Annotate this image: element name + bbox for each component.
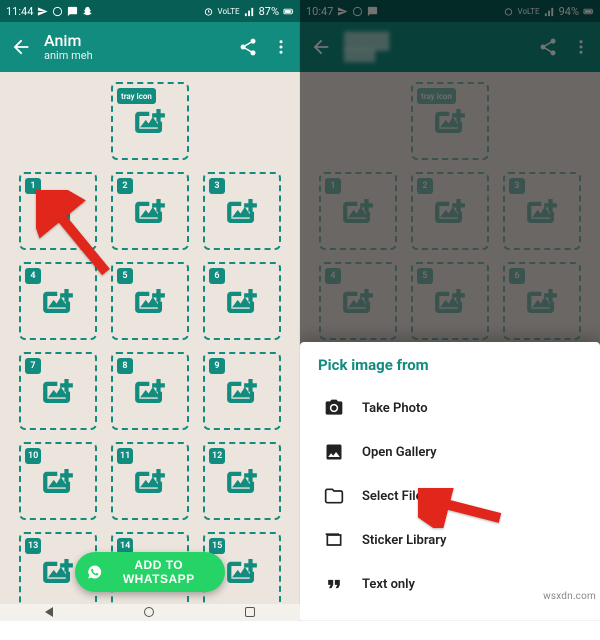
option-label: Text only [362, 577, 415, 592]
slot-number: 9 [209, 358, 225, 374]
sticker-slot[interactable]: 4 [19, 262, 97, 340]
watermark: wsxdn.com [543, 591, 596, 602]
sticker-slot[interactable]: 8 [111, 352, 189, 430]
slot-number: 7 [25, 358, 41, 374]
add-image-icon [41, 464, 75, 498]
slot-number: 6 [209, 268, 225, 284]
option-select-file[interactable]: Select File [318, 474, 582, 518]
sticker-slot[interactable]: 7 [19, 352, 97, 430]
pick-image-sheet: Pick image from Take Photo Open Gallery … [300, 342, 600, 620]
android-nav [0, 604, 300, 620]
status-bar: 11:44 VoLTE 87% [0, 0, 300, 22]
nav-recent-icon[interactable] [245, 607, 255, 617]
snapchat-icon [82, 6, 93, 17]
add-image-icon [225, 284, 259, 318]
add-image-icon [41, 374, 75, 408]
sticker-slot[interactable]: 12 [203, 442, 281, 520]
option-label: Take Photo [362, 401, 428, 416]
slot-number: 5 [117, 268, 133, 284]
add-image-icon [133, 464, 167, 498]
gallery-icon [324, 442, 344, 462]
slot-number: 10 [25, 448, 41, 464]
share-icon[interactable] [238, 37, 258, 57]
sticker-slot[interactable]: 1 [19, 172, 97, 250]
back-icon[interactable] [10, 36, 32, 58]
battery-icon [283, 6, 294, 17]
page-subtitle: anim meh [44, 50, 238, 62]
sticker-slot[interactable]: 3 [203, 172, 281, 250]
add-image-icon [41, 194, 75, 228]
option-label: Sticker Library [362, 533, 447, 548]
add-image-icon [225, 194, 259, 228]
slot-number: 2 [117, 178, 133, 194]
library-icon [324, 530, 344, 550]
option-label: Select File [362, 489, 423, 504]
slot-number: 12 [209, 448, 225, 464]
sheet-title: Pick image from [318, 356, 582, 374]
sticker-slot[interactable]: 10 [19, 442, 97, 520]
slot-number: 8 [117, 358, 133, 374]
signal-icon [244, 6, 255, 17]
status-battery: 87% [259, 5, 279, 18]
telegram-icon [37, 6, 48, 17]
add-image-icon [133, 374, 167, 408]
sticker-slot[interactable]: 2 [111, 172, 189, 250]
whatsapp-status-icon [52, 6, 63, 17]
sticker-slot[interactable]: 6 [203, 262, 281, 340]
add-to-whatsapp-button[interactable]: ADD TO WHATSAPP [75, 552, 225, 592]
phone-right: 10:47 VoLTE 94% ████ ████ [300, 0, 600, 620]
add-image-icon [41, 554, 75, 588]
slot-number: 11 [117, 448, 133, 464]
slot-number: 4 [25, 268, 41, 284]
page-title: Anim [44, 32, 238, 50]
sticker-slot[interactable]: 5 [111, 262, 189, 340]
message-icon [67, 6, 78, 17]
nav-home-icon[interactable] [144, 607, 154, 617]
phone-left: 11:44 VoLTE 87% Anim anim meh [0, 0, 300, 620]
status-time: 11:44 [6, 5, 33, 18]
tray-slot[interactable]: tray icon [111, 82, 189, 160]
slot-number: 13 [25, 538, 41, 554]
add-image-icon [133, 104, 167, 138]
option-label: Open Gallery [362, 445, 437, 460]
option-open-gallery[interactable]: Open Gallery [318, 430, 582, 474]
status-net: VoLTE [218, 7, 240, 16]
camera-icon [324, 398, 344, 418]
add-image-icon [133, 194, 167, 228]
whatsapp-icon [87, 562, 103, 582]
slot-number: 3 [209, 178, 225, 194]
app-bar: Anim anim meh [0, 22, 300, 72]
sticker-slot[interactable]: 9 [203, 352, 281, 430]
slot-number: 1 [25, 178, 41, 194]
option-sticker-library[interactable]: Sticker Library [318, 518, 582, 562]
tray-badge: tray icon [117, 88, 156, 104]
more-icon[interactable] [272, 38, 290, 56]
sticker-grid: tray icon 123456789101112131415 [0, 72, 300, 620]
add-image-icon [225, 464, 259, 498]
nav-back-icon[interactable] [45, 607, 53, 617]
sticker-slot[interactable]: 11 [111, 442, 189, 520]
add-image-icon [41, 284, 75, 318]
option-take-photo[interactable]: Take Photo [318, 386, 582, 430]
alarm-icon [203, 6, 214, 17]
add-image-icon [225, 374, 259, 408]
add-image-icon [133, 284, 167, 318]
folder-icon [324, 486, 344, 506]
fab-label: ADD TO WHATSAPP [111, 558, 207, 586]
quote-icon [324, 574, 344, 594]
slot-number: 15 [209, 538, 225, 554]
add-image-icon [225, 554, 259, 588]
